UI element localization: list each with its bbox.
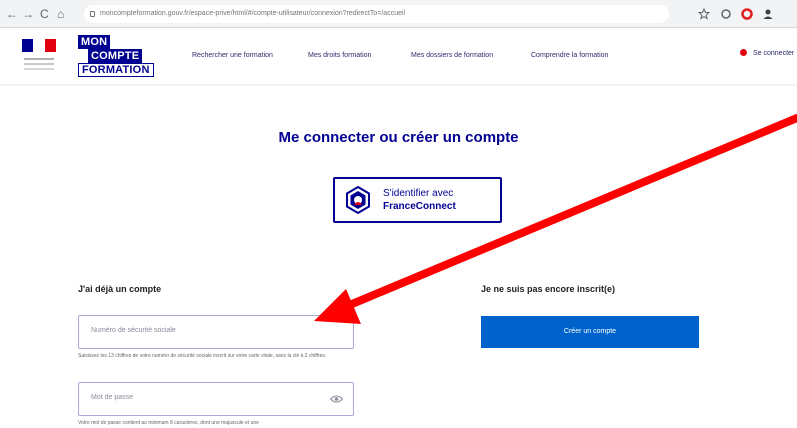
account-login-link[interactable]: Se connecter	[740, 49, 794, 57]
brand-line-2: COMPTE	[88, 49, 143, 63]
show-password-eye-icon[interactable]	[330, 394, 343, 404]
account-label: Se connecter	[753, 50, 795, 57]
nav-mes-droits-formation[interactable]: Mes droits formation	[308, 52, 371, 59]
login-section-title: J'ai déjà un compte	[78, 284, 162, 294]
nav-rechercher-formation[interactable]: Rechercher une formation	[192, 52, 273, 59]
extension-icon[interactable]	[720, 8, 732, 20]
site-header: MON COMPTE FORMATION	[0, 28, 797, 84]
franceconnect-label: S'identifier avec FranceConnect	[383, 187, 456, 213]
page-title: Me connecter ou créer un compte	[278, 129, 519, 146]
mon-compte-formation-logo[interactable]: MON COMPTE FORMATION	[78, 35, 158, 77]
nav-mes-dossiers-formation[interactable]: Mes dossiers de formation	[411, 52, 493, 59]
create-account-button[interactable]: Créer un compte	[481, 316, 699, 348]
profile-icon[interactable]	[762, 8, 774, 20]
flag-icon	[22, 39, 56, 52]
franceconnect-icon	[346, 185, 370, 215]
brand-line-3: FORMATION	[78, 63, 154, 77]
star-icon[interactable]	[698, 8, 710, 20]
reload-icon[interactable]: C	[40, 6, 49, 22]
franceconnect-label-line-2: FranceConnect	[383, 201, 456, 212]
forward-icon[interactable]: →	[22, 6, 34, 22]
franceconnect-label-line-1: S'identifier avec	[383, 188, 454, 199]
ssn-input[interactable]: Numéro de sécurité sociale	[78, 315, 354, 349]
browser-toolbar: ← → C ⌂ moncompteformation.gouv.fr/espac…	[0, 0, 797, 28]
password-placeholder: Mot de passe	[91, 394, 134, 401]
franceconnect-button[interactable]: S'identifier avec FranceConnect	[333, 177, 502, 223]
home-icon[interactable]: ⌂	[57, 6, 64, 22]
password-input[interactable]: Mot de passe	[78, 382, 354, 416]
ssn-placeholder: Numéro de sécurité sociale	[91, 327, 176, 334]
nav-comprendre-formation[interactable]: Comprendre la formation	[531, 52, 608, 59]
url-text: moncompteformation.gouv.fr/espace-prive/…	[100, 10, 406, 17]
opera-icon[interactable]	[741, 8, 753, 20]
address-bar[interactable]: moncompteformation.gouv.fr/espace-prive/…	[84, 5, 669, 23]
ssn-hint: Saisissez les 13 chiffres de votre numér…	[78, 353, 327, 359]
republique-francaise-logo[interactable]	[18, 36, 60, 76]
brand-line-1: MON	[78, 35, 111, 49]
back-icon[interactable]: ←	[6, 6, 18, 22]
logo-text-lines	[24, 58, 54, 60]
user-icon	[740, 49, 747, 56]
signup-section-title: Je ne suis pas encore inscrit(e)	[481, 284, 616, 294]
lock-icon	[90, 11, 95, 17]
password-hint: Votre mot de passe contient au minimum 8…	[78, 420, 259, 426]
